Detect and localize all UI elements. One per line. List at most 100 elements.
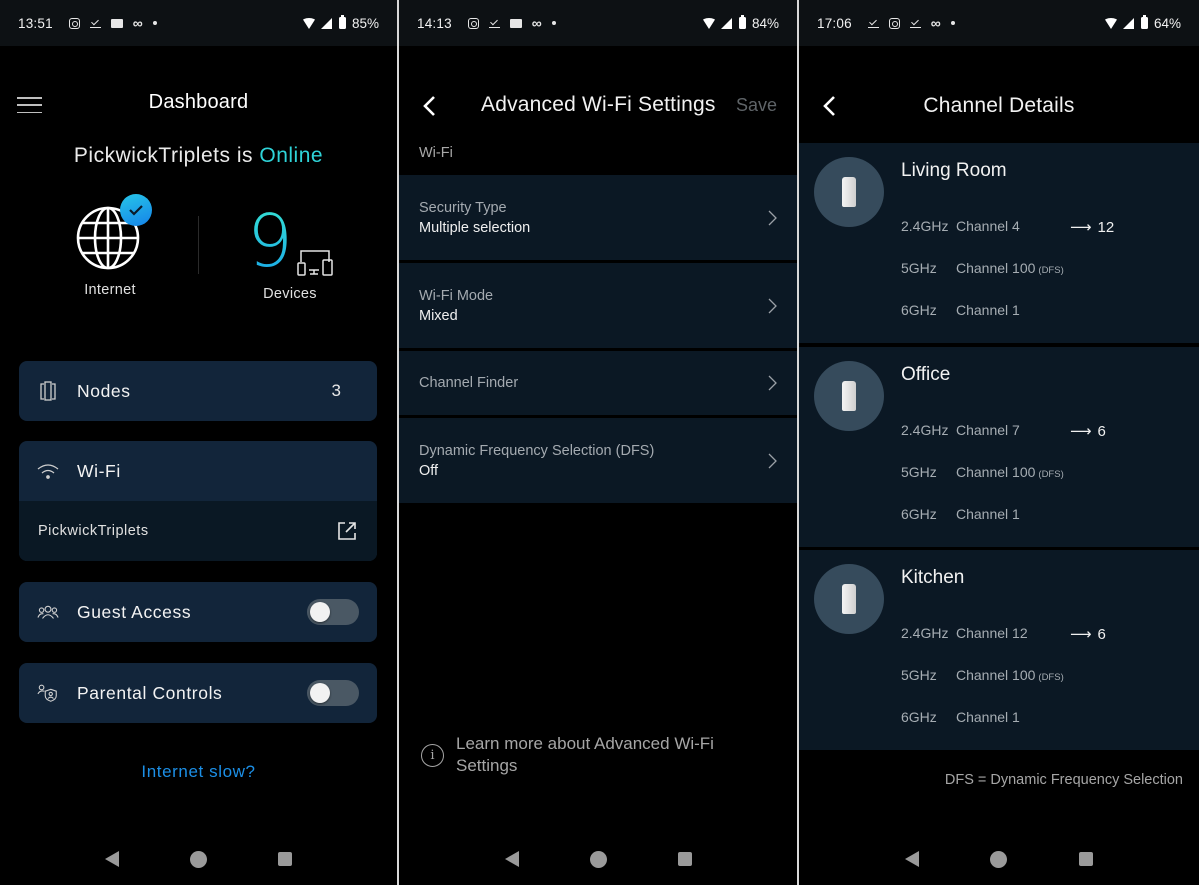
instagram-notification-icon: [888, 17, 900, 29]
status-time: 13:51: [18, 15, 53, 31]
node-card[interactable]: Office 2.4GHz Channel 7 ⟶ 6 5GHz Channel 100 (D…: [799, 347, 1199, 547]
page-title: Dashboard: [148, 91, 249, 113]
nodes-count: 3: [331, 381, 341, 400]
band-row: 5GHz Channel 100 (DFS): [901, 667, 1066, 683]
mesh-node-icon: [842, 381, 856, 411]
status-bar: 17:06 ∞ 64%: [799, 0, 1199, 46]
new-channel-value: 12: [1097, 218, 1115, 236]
dfs-badge: (DFS): [1038, 265, 1064, 276]
parental-controls-card[interactable]: Parental Controls: [19, 663, 377, 723]
info-icon: i: [421, 744, 444, 767]
parental-controls-toggle[interactable]: [307, 680, 359, 706]
share-external-icon[interactable]: [337, 521, 357, 541]
node-name: Living Room: [901, 160, 1007, 181]
mesh-node-icon: [842, 177, 856, 207]
channel-value: Channel 100: [956, 464, 1036, 480]
channel-value: Channel 1: [956, 709, 1020, 725]
internet-status-tile[interactable]: Internet: [60, 194, 160, 298]
status-time: 17:06: [817, 15, 852, 31]
section-label-wifi: Wi-Fi: [419, 145, 453, 161]
setting-wifi-mode[interactable]: Wi-Fi Mode Mixed: [399, 263, 797, 351]
learn-more-link[interactable]: i Learn more about Advanced Wi-Fi Settin…: [421, 733, 746, 777]
channel-value: Channel 1: [956, 302, 1020, 318]
channel-value: Channel 12: [956, 625, 1028, 641]
nav-back-icon[interactable]: [105, 851, 120, 867]
setting-security-type[interactable]: Security Type Multiple selection: [399, 175, 797, 263]
channel-value: Channel 100: [956, 260, 1036, 276]
nav-back-icon[interactable]: [904, 851, 919, 867]
node-card[interactable]: Kitchen 2.4GHz Channel 12 ⟶ 6 5GHz Channel 100…: [799, 550, 1199, 750]
chevron-right-icon: [768, 375, 777, 391]
nav-recents-icon[interactable]: [1079, 852, 1094, 866]
channel-value: Channel 7: [956, 422, 1020, 438]
battery-icon: [338, 15, 346, 29]
devices-tile[interactable]: 9 Devices: [230, 196, 350, 302]
band-label: 6GHz: [901, 709, 937, 725]
channel-cell: Channel 100 (DFS): [956, 464, 1066, 480]
band-row: 2.4GHz Channel 4 ⟶ 12: [901, 218, 1114, 236]
nav-recents-icon[interactable]: [677, 852, 692, 866]
back-arrow-icon[interactable]: [419, 94, 443, 118]
status-prefix: is: [236, 144, 254, 167]
new-channel-value: 6: [1097, 625, 1106, 643]
infinity-notification-icon: ∞: [132, 15, 143, 31]
advanced-wifi-screen: 14:13 ∞ 84% Advanced Wi-Fi Settings Save…: [399, 0, 797, 885]
dfs-footnote: DFS = Dynamic Frequency Selection: [944, 772, 1183, 788]
guest-access-toggle[interactable]: [307, 599, 359, 625]
channel-change: ⟶ 6: [1070, 422, 1106, 441]
infinity-notification-icon: ∞: [531, 15, 542, 31]
channel-details-screen: 17:06 ∞ 64% Channel Details Living Room 2…: [799, 0, 1199, 885]
setting-dfs[interactable]: Dynamic Frequency Selection (DFS) Off: [399, 418, 797, 506]
system-nav-bar: [799, 833, 1199, 885]
band-row: 6GHz Channel 1: [901, 506, 1066, 522]
channel-cell: Channel 1: [956, 506, 1066, 522]
nav-home-icon[interactable]: [589, 850, 607, 868]
connected-check-icon: [120, 194, 152, 226]
instagram-notification-icon: [467, 17, 479, 29]
node-card[interactable]: Living Room 2.4GHz Channel 4 ⟶ 12 5GHz Channel…: [799, 143, 1199, 343]
nav-home-icon[interactable]: [189, 850, 207, 868]
setting-value: Multiple selection: [419, 219, 531, 236]
band-row: 6GHz Channel 1: [901, 709, 1066, 725]
cell-signal-icon: [1122, 17, 1134, 29]
node-name: Office: [901, 364, 951, 385]
setting-value: Mixed: [419, 307, 458, 324]
channel-cell: Channel 100 (DFS): [956, 260, 1066, 276]
card-notification-icon: [509, 18, 522, 28]
nav-recents-icon[interactable]: [277, 852, 292, 866]
chevron-right-icon: [768, 210, 777, 225]
nodes-label: Nodes: [77, 380, 131, 401]
channel-cell: Channel 1: [956, 709, 1066, 725]
system-nav-bar: [0, 833, 397, 885]
guest-access-card[interactable]: Guest Access: [19, 582, 377, 642]
wifi-label: Wi-Fi: [77, 460, 121, 481]
setting-name: Wi-Fi Mode: [419, 287, 494, 304]
nodes-card[interactable]: Nodes 3: [19, 361, 377, 421]
guest-users-icon: [37, 604, 59, 620]
setting-channel-finder[interactable]: Channel Finder: [399, 351, 797, 418]
chevron-right-icon: [768, 298, 777, 313]
download-done-notification-icon: [89, 18, 101, 28]
arrow-right-icon: ⟶: [1070, 423, 1092, 440]
stats-divider: [198, 216, 199, 274]
channel-value: Channel 1: [956, 506, 1020, 522]
new-channel-value: 6: [1097, 422, 1106, 440]
band-label: 5GHz: [901, 667, 937, 683]
channel-cell: Channel 1: [956, 302, 1066, 318]
wifi-network-row[interactable]: PickwickTriplets: [19, 501, 377, 561]
nav-home-icon[interactable]: [990, 850, 1008, 868]
wifi-signal-icon: [1103, 17, 1118, 29]
channel-cell: Channel 12: [956, 625, 1066, 643]
nav-back-icon[interactable]: [504, 851, 519, 867]
status-time: 14:13: [417, 15, 452, 31]
channel-value: Channel 100: [956, 667, 1036, 683]
arrow-right-icon: ⟶: [1070, 219, 1092, 236]
devices-label: Devices: [263, 286, 317, 302]
save-button[interactable]: Save: [736, 95, 777, 116]
setting-value: Off: [419, 462, 439, 479]
wifi-card[interactable]: Wi-Fi PickwickTriplets: [19, 441, 377, 561]
download-done-notification-icon: [488, 18, 500, 28]
network-name: PickwickTriplets: [73, 144, 231, 167]
internet-slow-link[interactable]: Internet slow?: [0, 762, 397, 782]
guest-access-label: Guest Access: [77, 601, 192, 622]
